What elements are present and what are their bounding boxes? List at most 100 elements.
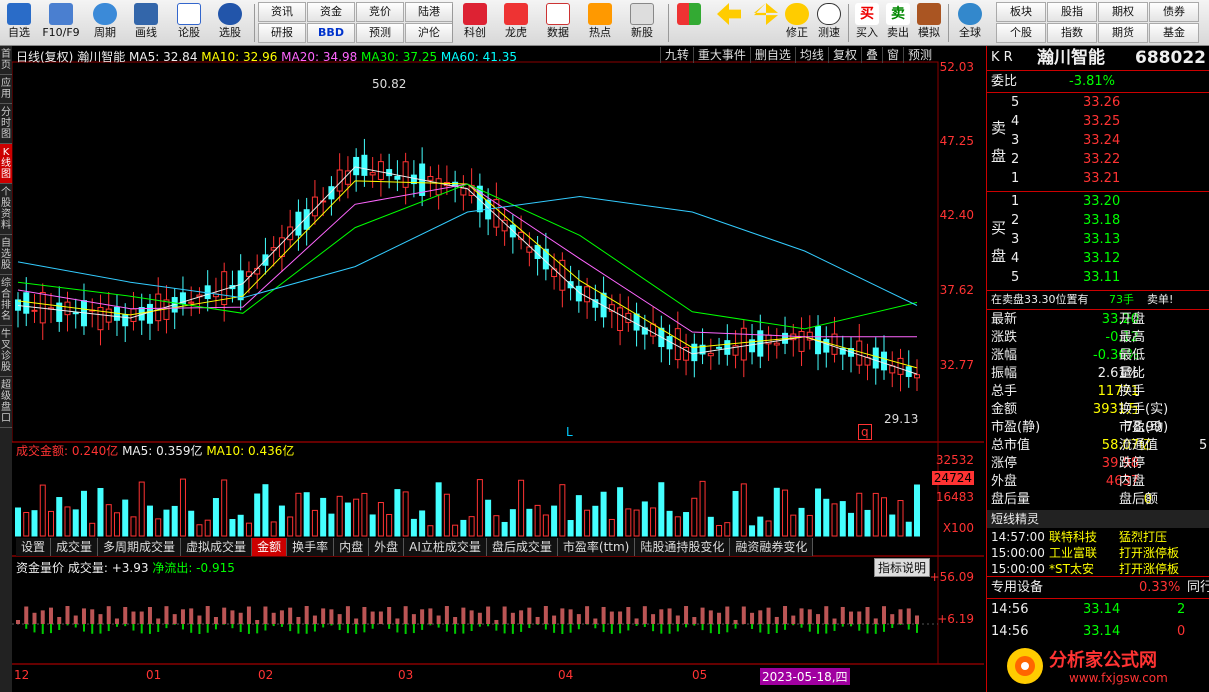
toolbar: 自选 F10/F9 周期 画线 论股 选股 资讯 资金 竞价 陆港 研报 BBD… (0, 0, 1209, 46)
dragon-tiger-button[interactable]: 龙虎 (496, 2, 536, 44)
chart-toolbar-tabs: 九转 重大事件 删自选 均线 复权 叠 窗 预测 (659, 47, 936, 63)
back-button[interactable] (714, 2, 744, 44)
flow-bar-neg (866, 624, 869, 634)
volume-bar (625, 508, 632, 537)
volume-bar (262, 484, 269, 537)
screener-button[interactable]: 选股 (210, 2, 250, 44)
tab-adjust[interactable]: 复权 (827, 47, 861, 63)
btab-ai-volume[interactable]: AI立桩成交量 (404, 538, 487, 556)
fix-button[interactable]: 修正 (782, 2, 812, 44)
btab-margin[interactable]: 融资融券变化 (730, 538, 814, 556)
up-down-button[interactable] (752, 2, 780, 44)
hot-button[interactable]: 热点 (580, 2, 620, 44)
vtab-watchlist[interactable]: 自选股 (0, 235, 12, 275)
tab-predict[interactable]: 预测 (902, 47, 936, 63)
tb-futures[interactable]: 期货 (1098, 23, 1148, 43)
tab-nine-turn[interactable]: 九转 (659, 47, 693, 63)
short-line-row[interactable]: 15:00:00 *ST太安 打开涨停板 (991, 561, 1179, 577)
star-market-label: 科创 (464, 26, 486, 39)
volume-bar (427, 525, 434, 537)
btab-settings[interactable]: 设置 (16, 538, 52, 556)
simulate-button[interactable]: 模拟 (914, 2, 944, 44)
btab-multi-volume[interactable]: 多周期成交量 (98, 538, 182, 556)
indicator-help-button[interactable]: 指标说明 (874, 558, 931, 577)
tb-bonds[interactable]: 债券 (1149, 2, 1199, 22)
btab-hk-holdings[interactable]: 陆股通持股变化 (635, 538, 731, 556)
tick-qty: 2 (1177, 602, 1186, 617)
tab-overlay[interactable]: 叠 (860, 47, 882, 63)
kline-chart-area[interactable]: 日线(复权) 瀚川智能 MA5: 32.84 MA10: 32.96 MA20:… (12, 46, 984, 692)
vtab-orderbook[interactable]: 超级盘口 (0, 377, 12, 428)
f10-button[interactable]: F10/F9 (38, 2, 84, 44)
tb-london[interactable]: 沪伦 (405, 23, 453, 43)
flow-bar-neg (635, 624, 638, 626)
volume-bar (674, 516, 681, 537)
vtab-ranking[interactable]: 综合排名 (0, 275, 12, 326)
tb-research[interactable]: 研报 (258, 23, 306, 43)
tb-index-futures[interactable]: 股指 (1047, 2, 1097, 22)
global-button[interactable]: 全球 (952, 2, 988, 44)
buy-label: 买入 (856, 26, 878, 39)
tb-funds[interactable]: 资金 (307, 2, 355, 22)
sector-name[interactable]: 专用设备 (991, 580, 1043, 595)
flow-bar-neg (165, 624, 168, 629)
vtab-apps[interactable]: 应用 (0, 75, 12, 104)
volume-bar (650, 507, 657, 537)
btab-pe[interactable]: 市盈率(ttm) (557, 538, 636, 556)
tb-options[interactable]: 期权 (1098, 2, 1148, 22)
btab-virtual-volume[interactable]: 虚拟成交量 (181, 538, 253, 556)
vtab-diagnose[interactable]: 牛叉诊股 (0, 326, 12, 377)
watchlist-icon (7, 3, 31, 25)
divider (987, 92, 1209, 93)
tab-window[interactable]: 窗 (881, 47, 903, 63)
updown-icon (754, 3, 778, 25)
draw-button[interactable]: 画线 (126, 2, 166, 44)
tb-funds2[interactable]: 基金 (1149, 23, 1199, 43)
flow-bar (197, 615, 202, 624)
flow-bar (667, 608, 672, 624)
flow-bar (560, 608, 565, 624)
ipo-button[interactable]: 新股 (622, 2, 662, 44)
speedtest-button[interactable]: 测速 (814, 2, 844, 44)
buy-button[interactable]: 买 买入 (852, 2, 882, 44)
tb-auction[interactable]: 竞价 (356, 2, 404, 22)
btab-inner[interactable]: 内盘 (334, 538, 370, 556)
peer-button[interactable]: 同行 (1187, 579, 1209, 597)
short-line-row[interactable]: 14:57:00 联特科技 猛烈打压 (991, 529, 1167, 545)
tb-bbd[interactable]: BBD (307, 23, 355, 43)
tab-remove-watch[interactable]: 删自选 (749, 47, 795, 63)
btab-amount[interactable]: 金额 (252, 538, 288, 556)
kline-svg[interactable] (12, 46, 984, 692)
layout-button[interactable] (674, 2, 704, 44)
toolbar-grid-market: 板块 股指 期权 债券 个股 指数 期货 基金 (996, 2, 1199, 43)
btab-turnover[interactable]: 换手率 (287, 538, 335, 556)
sell-button[interactable]: 卖 卖出 (883, 2, 913, 44)
vtab-intraday[interactable]: 分时图 (0, 104, 12, 144)
short-line-row[interactable]: 15:00:00 工业富联 打开涨停板 (991, 545, 1179, 561)
tb-forecast[interactable]: 预测 (356, 23, 404, 43)
tb-stocks[interactable]: 个股 (996, 23, 1046, 43)
tb-news[interactable]: 资讯 (258, 2, 306, 22)
volume-bar (542, 514, 549, 537)
tb-hk[interactable]: 陆港 (405, 2, 453, 22)
data-button[interactable]: 数据 (538, 2, 578, 44)
tab-events[interactable]: 重大事件 (692, 47, 750, 63)
volume-bar (155, 518, 162, 537)
btab-after-volume[interactable]: 盘后成交量 (486, 538, 558, 556)
watchlist-button[interactable]: 自选 (2, 2, 36, 44)
vtab-home[interactable]: 首页 (0, 46, 12, 75)
tb-sector[interactable]: 板块 (996, 2, 1046, 22)
forum-button[interactable]: 论股 (170, 2, 208, 44)
btab-outer[interactable]: 外盘 (369, 538, 405, 556)
period-button[interactable]: 周期 (86, 2, 124, 44)
flow-tick: +6.19 (937, 612, 974, 626)
btab-volume[interactable]: 成交量 (51, 538, 99, 556)
short-line-title[interactable]: 短线精灵 (987, 510, 1209, 528)
flow-bar-neg (668, 624, 671, 634)
vtab-profile[interactable]: 个股资料 (0, 184, 12, 235)
tb-indices[interactable]: 指数 (1047, 23, 1097, 43)
flow-bar-neg (726, 624, 729, 633)
tab-ma[interactable]: 均线 (794, 47, 828, 63)
vtab-kline[interactable]: K线图 (0, 144, 12, 184)
star-market-button[interactable]: 科创 (456, 2, 494, 44)
